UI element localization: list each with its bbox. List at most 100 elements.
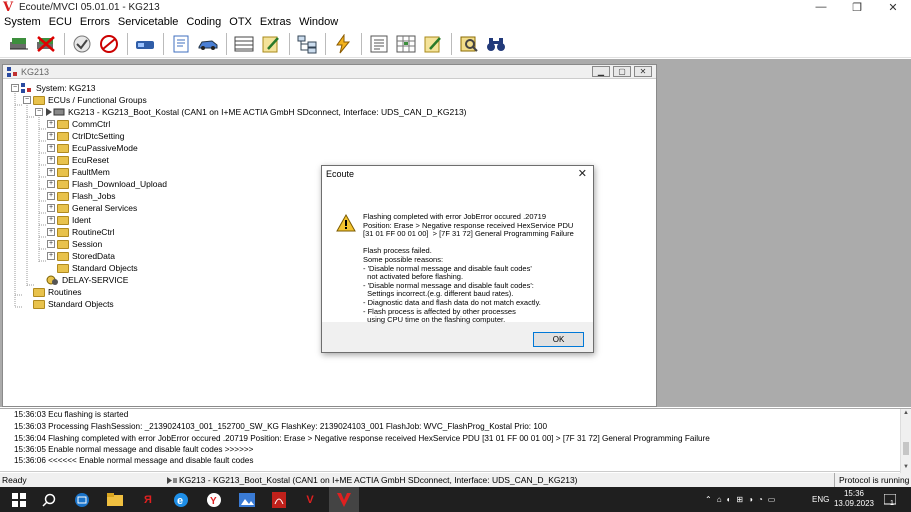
document-button[interactable] [168, 32, 194, 56]
tree-node-service[interactable]: + General Services [47, 202, 137, 214]
list-button[interactable] [366, 32, 392, 56]
expand-toggle[interactable]: + [47, 204, 55, 212]
table-button[interactable] [231, 32, 257, 56]
collapse-toggle[interactable]: − [23, 96, 31, 104]
photos-button[interactable] [238, 491, 256, 508]
search-button[interactable] [483, 32, 509, 56]
tree-node-service[interactable]: + Flash_Jobs [47, 190, 115, 202]
tools-button[interactable] [456, 32, 482, 56]
start-button[interactable] [10, 491, 28, 508]
child-restore-button[interactable]: ▢ [613, 66, 631, 77]
ok-button[interactable]: OK [533, 332, 584, 347]
connect-button[interactable] [6, 32, 32, 56]
disconnect-button[interactable] [33, 32, 59, 56]
tree-node-service[interactable]: + EcuReset [47, 154, 109, 166]
expand-toggle[interactable]: + [47, 120, 55, 128]
tree-node-ecu[interactable]: − KG213 - KG213_Boot_Kostal (CAN1 on I+M… [35, 106, 467, 118]
device-icon [136, 40, 154, 49]
expand-toggle[interactable]: + [47, 252, 55, 260]
restore-button[interactable]: ❐ [839, 0, 875, 14]
tree-node-service[interactable]: + FaultMem [47, 166, 110, 178]
tree-node-service[interactable]: + Session [47, 238, 102, 250]
yandex-button[interactable]: Я [139, 491, 157, 508]
acrobat-button[interactable] [270, 491, 288, 508]
flash-button[interactable] [330, 32, 356, 56]
task-view-button[interactable] [73, 491, 91, 508]
folder-icon [33, 95, 45, 105]
expand-toggle[interactable]: + [47, 192, 55, 200]
vediamo-button[interactable]: V [301, 491, 319, 508]
file-explorer-button[interactable] [106, 491, 124, 508]
tree-node-standard-objects[interactable]: Standard Objects [33, 298, 114, 310]
yandex-icon: Я [144, 493, 152, 506]
menu-window[interactable]: Window [295, 16, 342, 28]
expand-toggle[interactable]: + [47, 156, 55, 164]
tray-sync-icon[interactable]: ◐ [727, 495, 732, 504]
edge-button[interactable]: e [172, 491, 190, 508]
check-button[interactable] [69, 32, 95, 56]
expand-toggle[interactable]: + [47, 228, 55, 236]
search-button[interactable] [40, 491, 58, 508]
tree-node-service[interactable]: + RoutineCtrl [47, 226, 115, 238]
collapse-toggle[interactable]: − [35, 108, 43, 116]
expand-toggle[interactable]: + [47, 216, 55, 224]
log-scrollbar[interactable]: ▲ ▼ [900, 409, 911, 473]
stop-button[interactable] [96, 32, 122, 56]
device-button[interactable] [132, 32, 158, 56]
tray-wifi-icon[interactable]: ◔ [758, 495, 763, 504]
child-minimize-button[interactable]: ▁ [592, 66, 610, 77]
edit-button[interactable] [258, 32, 284, 56]
tree-node-service[interactable]: + EcuPassiveMode [47, 142, 138, 154]
child-close-button[interactable]: ✕ [634, 66, 652, 77]
tray-volume-icon[interactable]: ◑ [748, 495, 753, 504]
tray-expand-icon[interactable]: ⌃ [705, 495, 712, 504]
tray-network-icon[interactable]: ⊞ [736, 495, 743, 504]
error-dialog: Ecoute ✕ Flashing completed with error J… [321, 165, 594, 353]
tree-node-routines[interactable]: Routines [33, 286, 82, 298]
tree-node-service[interactable]: + CtrlDtcSetting [47, 130, 124, 142]
menu-coding[interactable]: Coding [182, 16, 225, 28]
menu-extras[interactable]: Extras [256, 16, 295, 28]
scroll-down-icon[interactable]: ▼ [903, 464, 909, 470]
taskbar: Я e Y V ⌃ ⌂ ◐ ⊞ ◑ ◔ ▭ ENG 15:36 13.09.20… [0, 487, 911, 512]
expand-toggle[interactable]: + [47, 144, 55, 152]
clock[interactable]: 15:36 13.09.2023 [832, 489, 876, 509]
tree-node-service[interactable]: + Ident [47, 214, 91, 226]
minimize-button[interactable]: — [803, 0, 839, 14]
tray-battery-icon[interactable]: ▭ [768, 495, 776, 504]
tray-app-icon[interactable]: ⌂ [717, 495, 722, 504]
expand-toggle[interactable]: + [47, 168, 55, 176]
collapse-toggle[interactable]: − [11, 84, 19, 92]
tree-node-service[interactable]: Standard Objects [57, 262, 138, 274]
image-icon [239, 492, 255, 507]
ecoute-icon [337, 492, 351, 507]
tree-node-service[interactable]: + StoredData [47, 250, 115, 262]
menu-servicetable[interactable]: Servicetable [114, 16, 183, 28]
menu-ecu[interactable]: ECU [45, 16, 76, 28]
structure-button[interactable] [294, 32, 320, 56]
menu-errors[interactable]: Errors [76, 16, 114, 28]
tree-node-ecu-group[interactable]: − ECUs / Functional Groups [23, 94, 147, 106]
scrollbar-thumb[interactable] [903, 442, 909, 455]
expand-toggle[interactable]: + [47, 132, 55, 140]
window-title: Ecoute/MVCI 05.01.01 - KG213 [19, 1, 160, 13]
yandex-browser-button[interactable]: Y [205, 491, 223, 508]
vehicle-button[interactable] [195, 32, 221, 56]
tree-node-service[interactable]: + Flash_Download_Upload [47, 178, 167, 190]
tree-root[interactable]: − System: KG213 [11, 82, 96, 94]
close-button[interactable]: ✕ [875, 0, 911, 14]
expand-toggle[interactable]: + [47, 240, 55, 248]
menu-system[interactable]: System [0, 16, 45, 28]
grid-button[interactable] [393, 32, 419, 56]
language-indicator[interactable]: ENG [812, 487, 829, 512]
dialog-close-button[interactable]: ✕ [578, 167, 587, 180]
ecoute-button[interactable] [335, 491, 353, 508]
tree-node-service[interactable]: + CommCtrl [47, 118, 110, 130]
tree-node-delay-service[interactable]: DELAY-SERVICE [45, 274, 128, 286]
menu-otx[interactable]: OTX [225, 16, 256, 28]
table-icon [234, 36, 254, 51]
modify-button[interactable] [420, 32, 446, 56]
notifications-button[interactable]: 1 [884, 487, 896, 512]
scroll-up-icon[interactable]: ▲ [903, 410, 909, 416]
expand-toggle[interactable]: + [47, 180, 55, 188]
